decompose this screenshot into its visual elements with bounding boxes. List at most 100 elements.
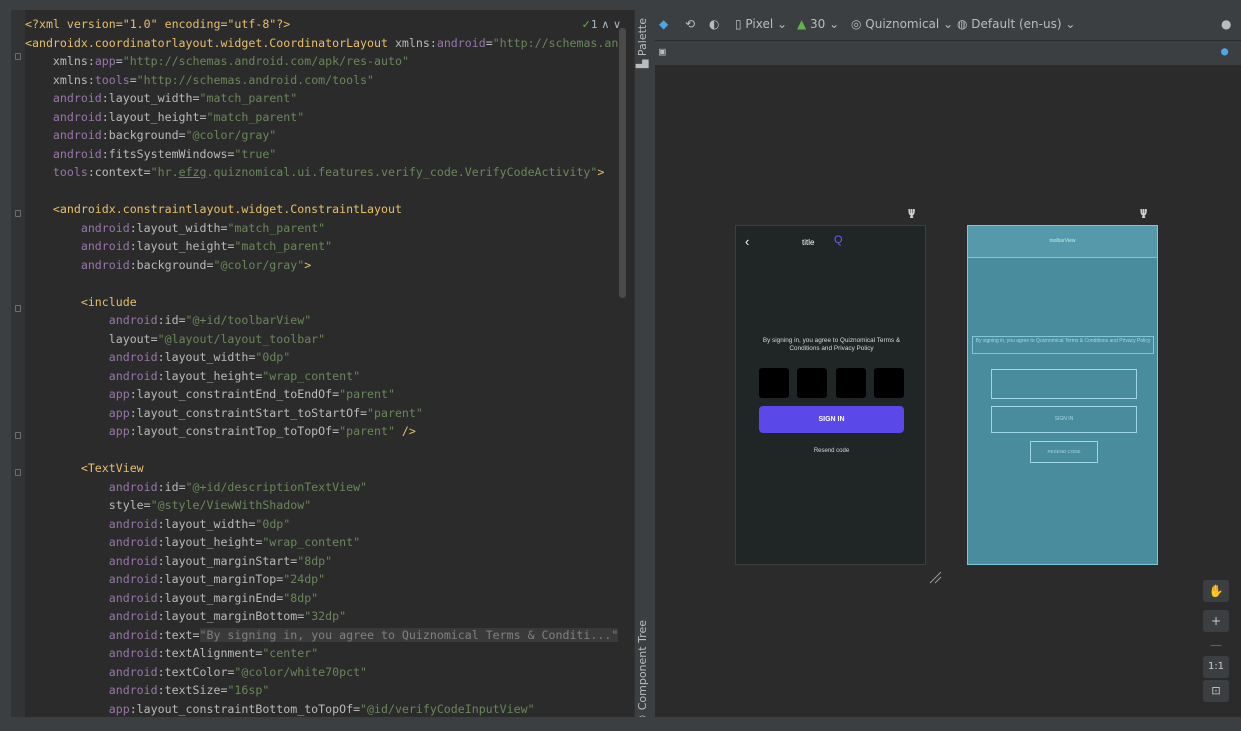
code-line[interactable]: android:id="@+id/toolbarView" (25, 311, 311, 329)
code-line[interactable]: tools:context="hr.efzg.quiznomical.ui.fe… (25, 163, 604, 181)
code-line[interactable]: style="@style/ViewWithShadow" (25, 496, 311, 514)
back-arrow-icon[interactable]: ‹ (745, 234, 749, 249)
code-token: android (25, 516, 158, 531)
code-line[interactable]: android:background="@color/gray"> (25, 256, 311, 274)
zoom-actual-size-button[interactable]: 1:1 (1203, 656, 1229, 678)
fold-marker[interactable] (15, 469, 21, 476)
code-line[interactable]: android:layout_height="wrap_content" (25, 533, 360, 551)
code-token: android (25, 553, 158, 568)
layers-icon[interactable]: ◆ (659, 17, 668, 31)
code-line[interactable]: android:textSize="16sp" (25, 681, 270, 699)
code-token: android (25, 535, 158, 549)
code-token: "match_parent" (206, 109, 305, 124)
code-line[interactable]: android:fitsSystemWindows="true" (25, 145, 276, 163)
code-line[interactable]: android:layout_marginBottom="32dp" (25, 607, 346, 625)
code-token: android (25, 91, 102, 105)
blueprint-toolbar[interactable]: toolbarView (968, 226, 1157, 258)
code-line[interactable]: android:layout_marginEnd="8dp" (25, 589, 318, 607)
code-token: android (25, 627, 158, 642)
blueprint-surface[interactable]: toolbarView By signing in, you agree to … (967, 225, 1158, 565)
chevron-up-icon[interactable]: ∧ (601, 18, 613, 31)
resize-handle-icon[interactable] (928, 570, 942, 584)
code-token: "By signing in, you agree to Quiznomical… (199, 627, 619, 642)
code-token: android (25, 479, 158, 494)
code-token: "32dp" (304, 609, 347, 623)
code-line[interactable]: <androidx.constraintlayout.widget.Constr… (25, 200, 402, 218)
blueprint-code-input[interactable] (991, 369, 1137, 399)
locale-selector[interactable]: ◍ Default (en-us) ⌄ (957, 17, 1075, 31)
code-line[interactable]: android:textAlignment="center" (25, 644, 318, 662)
fold-marker[interactable] (15, 210, 21, 217)
editor-scrollbar[interactable] (619, 28, 626, 298)
code-line[interactable]: android:text="By signing in, you agree t… (25, 626, 619, 644)
code-line[interactable]: android:layout_marginStart="8dp" (25, 552, 332, 570)
code-token: android (25, 239, 130, 253)
code-input-box[interactable] (797, 368, 827, 398)
code-line[interactable]: android:layout_height="wrap_content" (25, 367, 360, 385)
code-line[interactable]: android:layout_width="0dp" (25, 515, 291, 533)
code-input-box[interactable] (874, 368, 904, 398)
code-line[interactable]: xmlns:app="http://schemas.android.com/ap… (25, 52, 409, 70)
blueprint-sign-in[interactable]: SIGN IN (991, 406, 1137, 433)
code-line[interactable]: xmlns:tools="http://schemas.android.com/… (25, 71, 374, 89)
code-line[interactable]: app:layout_constraintBottom_toTopOf="@id… (25, 700, 535, 718)
inspection-widget[interactable]: ✓1 ∧ ∨ (582, 18, 621, 31)
component-tree-label: Component Tree (636, 620, 649, 711)
code-line[interactable]: <?xml version="1.0" encoding="utf-8"?> (25, 15, 290, 33)
device-selector[interactable]: ▯ Pixel ⌄ (735, 17, 787, 31)
search-icon[interactable]: Q (834, 234, 843, 246)
code-line[interactable]: android:layout_height="match_parent" (25, 237, 332, 255)
code-input-box[interactable] (836, 368, 866, 398)
zoom-in-button[interactable]: + (1203, 610, 1229, 632)
android-icon: ▲ (797, 17, 811, 31)
blueprint-resend[interactable]: RESEND CODE (1030, 441, 1098, 463)
code-line[interactable]: android:layout_marginTop="24dp" (25, 570, 325, 588)
code-line[interactable]: android:layout_width="match_parent" (25, 219, 325, 237)
code-editor[interactable]: <?xml version="1.0" encoding="utf-8"?> <a… (11, 10, 629, 717)
zoom-fit-icon[interactable]: ⊡ (1203, 680, 1229, 702)
code-line[interactable]: android:id="@+id/descriptionTextView" (25, 478, 367, 496)
night-mode-icon[interactable]: ◐ (709, 17, 719, 31)
code-line[interactable]: app:layout_constraintTop_toTopOf="parent… (25, 422, 416, 440)
fold-marker[interactable] (15, 305, 21, 312)
code-line[interactable]: android:background="@color/gray" (25, 126, 276, 144)
design-surface[interactable]: ‹ title Q By signing in, you agree to Qu… (735, 225, 926, 565)
wrench-icon[interactable]: Ψ (1140, 207, 1147, 221)
code-token: "0dp" (255, 350, 291, 364)
api-selector[interactable]: ▲ 30 ⌄ (797, 17, 839, 31)
fold-marker[interactable] (15, 53, 21, 60)
warning-icon[interactable]: ● (1221, 17, 1231, 31)
code-token: .quiznomical.ui.features.verify_code.Ver… (206, 165, 598, 179)
wrench-icon[interactable]: Ψ (908, 207, 915, 221)
code-line[interactable]: android:layout_width="match_parent" (25, 89, 297, 107)
code-line[interactable]: android:textColor="@color/white70pct" (25, 663, 367, 681)
help-icon[interactable]: ● (1221, 44, 1228, 58)
select-design-icon[interactable]: ▣ (659, 45, 666, 58)
code-line[interactable]: <include (25, 293, 137, 311)
code-token: :layout_marginBottom= (157, 609, 305, 623)
palette-tab[interactable]: ▙ Palette (636, 18, 649, 68)
resend-code-link[interactable]: Resend code (759, 448, 904, 454)
blueprint-description[interactable]: By signing in, you agree to Quiznomical … (972, 336, 1154, 354)
code-token: > (304, 257, 312, 272)
component-tree-tab[interactable]: ◉ Component Tree (636, 620, 649, 727)
zoom-out-button[interactable]: — (1203, 634, 1229, 656)
code-token: :id= (157, 479, 186, 494)
code-line[interactable]: android:layout_height="match_parent" (25, 108, 304, 126)
orientation-icon[interactable]: ⟲ (685, 17, 695, 31)
code-token: :layout_width= (157, 516, 256, 531)
pan-hand-icon[interactable]: ✋ (1203, 580, 1229, 602)
code-token: :layout_height= (157, 535, 263, 549)
code-input-box[interactable] (759, 368, 789, 398)
code-line[interactable]: <androidx.coordinatorlayout.widget.Coord… (25, 34, 625, 52)
code-token: "@+id/descriptionTextView" (185, 479, 368, 494)
theme-selector[interactable]: ◎ Quiznomical ⌄ (851, 17, 953, 31)
code-line[interactable]: android:layout_width="0dp" (25, 348, 291, 366)
code-line[interactable]: <TextView (25, 459, 144, 477)
sign-in-button[interactable]: SIGN IN (759, 406, 904, 433)
fold-marker[interactable] (15, 432, 21, 439)
code-line[interactable]: app:layout_constraintStart_toStartOf="pa… (25, 404, 423, 422)
code-line[interactable]: app:layout_constraintEnd_toEndOf="parent… (25, 385, 395, 403)
code-line[interactable]: layout="@layout/layout_toolbar" (25, 330, 325, 348)
code-token: android (25, 683, 158, 697)
